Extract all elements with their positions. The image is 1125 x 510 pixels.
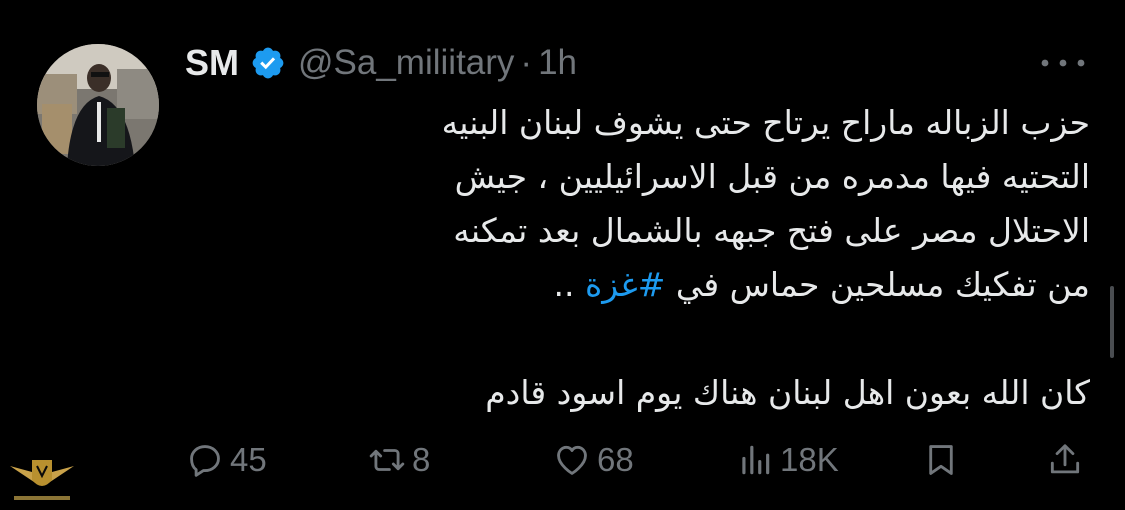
separator-dot: · <box>520 43 533 82</box>
share-button[interactable] <box>1046 438 1084 482</box>
heart-icon <box>557 445 587 475</box>
display-name[interactable]: SM <box>185 42 239 84</box>
repost-icon <box>369 449 405 471</box>
reply-button[interactable]: 45 <box>186 438 267 482</box>
tweet-text-line: من تفكيك مسلحين حماس في #غزة .. <box>180 258 1090 312</box>
tweet-text-line: حزب الزباله ماراح يرتاح حتى يشوف لبنان ا… <box>441 103 1090 142</box>
tweet-text-paragraph: كان الله بعون اهل لبنان هناك يوم اسود قا… <box>485 373 1090 412</box>
reply-count: 45 <box>230 441 267 478</box>
like-button[interactable]: 68 <box>553 438 634 482</box>
tweet-text-fragment: من تفكيك مسلحين حماس في <box>675 265 1090 304</box>
more-horizontal-icon[interactable] <box>1038 48 1088 78</box>
views-chart-icon <box>742 445 770 475</box>
repost-count: 8 <box>412 441 431 478</box>
scrollbar[interactable] <box>1110 286 1114 358</box>
timestamp[interactable]: 1h <box>538 43 577 83</box>
views-button[interactable]: 18K <box>736 438 839 482</box>
verified-badge-icon <box>252 47 284 79</box>
bookmark-icon <box>929 445 953 475</box>
tweet-text-line: التحتيه فيها مدمره من قبل الاسرائيليين ،… <box>454 157 1090 196</box>
tweet-actions: 45 8 68 18K <box>0 438 1125 482</box>
avatar[interactable] <box>37 44 159 166</box>
views-count: 18K <box>780 441 839 478</box>
like-count: 68 <box>597 441 634 478</box>
tweet-text-fragment: .. <box>553 265 585 304</box>
bookmark-button[interactable] <box>922 438 960 482</box>
hashtag-link[interactable]: #غزة <box>585 265 665 304</box>
site-watermark-logo <box>10 460 74 500</box>
tweet-text: حزب الزباله ماراح يرتاح حتى يشوف لبنان ا… <box>180 96 1090 420</box>
reply-icon <box>190 445 220 477</box>
tweet-header: SM @Sa_miliitary · 1h <box>185 38 577 88</box>
repost-button[interactable]: 8 <box>368 438 430 482</box>
tweet-text-line: الاحتلال مصر على فتح جبهه بالشمال بعد تم… <box>453 211 1090 250</box>
share-icon <box>1050 444 1080 474</box>
avatar-photo <box>37 44 159 166</box>
user-handle[interactable]: @Sa_miliitary <box>298 43 514 83</box>
